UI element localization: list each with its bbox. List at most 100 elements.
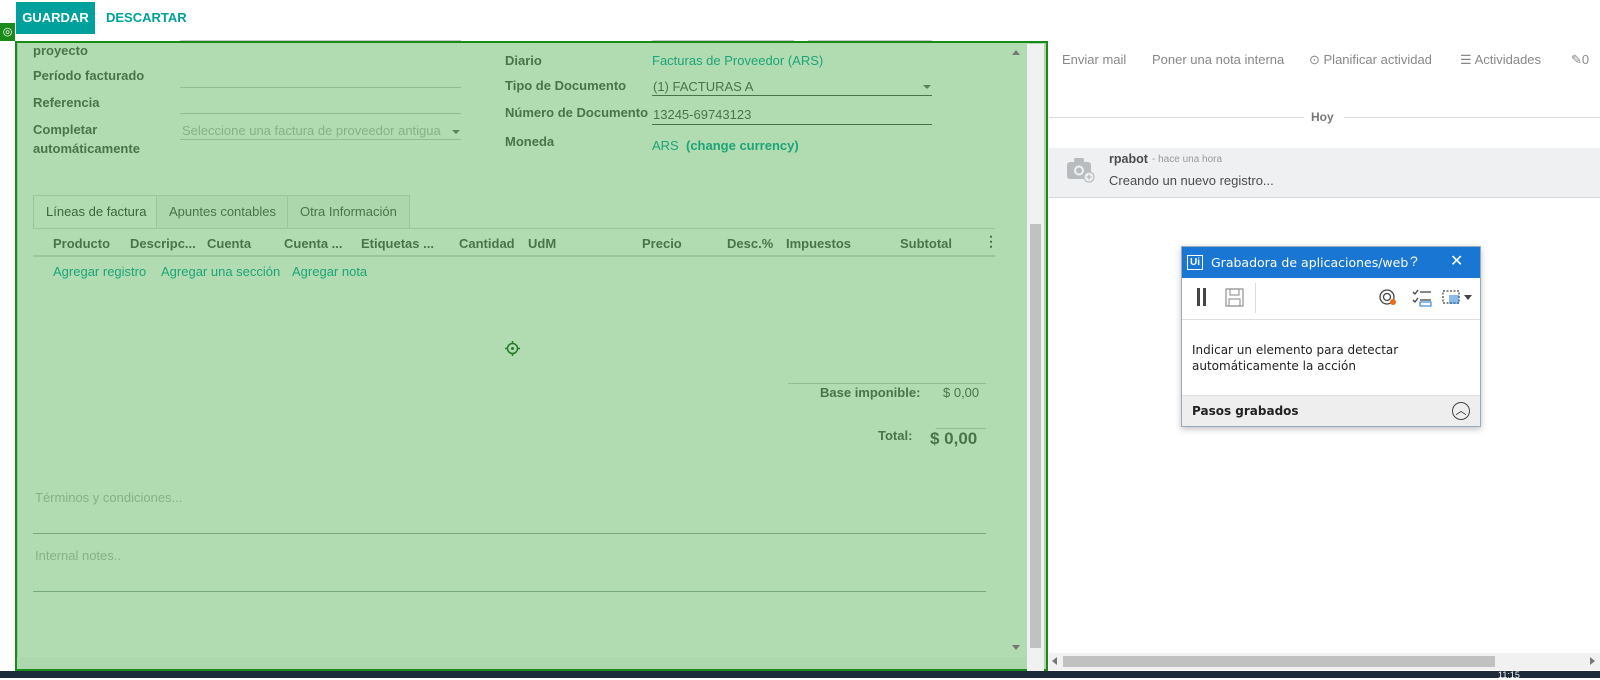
message-body: Creando un nuevo registro... — [1109, 173, 1274, 188]
col-cuenta[interactable]: Cuenta — [207, 236, 251, 251]
terms-divider — [33, 533, 986, 534]
scroll-left-icon[interactable] — [1052, 657, 1057, 665]
schedule-activity-label: Planificar actividad — [1323, 52, 1432, 67]
list-icon: ☰ — [1460, 52, 1475, 67]
target-selector-icon[interactable] — [1378, 288, 1398, 307]
recorder-crosshair-icon — [505, 341, 520, 356]
col-etiquetas[interactable]: Etiquetas ... — [361, 236, 434, 251]
completar-dropdown-icon[interactable] — [452, 130, 460, 134]
col-cuenta-analitica[interactable]: Cuenta ... — [284, 236, 343, 251]
periodo-facturado-label: Período facturado — [33, 68, 145, 83]
base-imponible-label: Base imponible: — [820, 385, 921, 400]
add-note-link[interactable]: Agregar nota — [292, 264, 367, 279]
completar-label-line2: automáticamente — [33, 141, 140, 156]
scroll-up-icon[interactable] — [1012, 50, 1020, 55]
date-separator: Hoy — [1311, 110, 1334, 124]
send-mail-button[interactable]: Enviar mail — [1062, 52, 1126, 67]
selection-dropdown-icon[interactable] — [1442, 288, 1474, 307]
camera-avatar-icon — [1067, 158, 1095, 183]
save-button[interactable]: GUARDAR — [16, 2, 95, 34]
referencia-label: Referencia — [33, 95, 100, 110]
completar-label: Completar — [33, 122, 98, 137]
recorded-steps-bar[interactable]: Pasos grabados ︿ — [1182, 395, 1480, 426]
moneda-label: Moneda — [505, 134, 555, 149]
message-time: - hace una hora — [1152, 154, 1223, 165]
tab-apuntes-contables[interactable]: Apuntes contables — [156, 195, 289, 229]
tipo-documento-value: (1) FACTURAS A — [653, 79, 754, 94]
attachments-count: 0 — [1581, 52, 1590, 67]
recorder-title-bar[interactable]: Ui Grabadora de aplicaciones/web ? ✕ — [1182, 247, 1480, 278]
pause-icon-bar — [1203, 288, 1206, 306]
help-icon[interactable]: ? — [1410, 253, 1418, 269]
tab-divider — [33, 228, 995, 229]
col-descripcion[interactable]: Descripc... — [130, 236, 196, 251]
date-separator-line — [1049, 117, 1304, 118]
chatter-scroll-thumb[interactable] — [1063, 656, 1495, 667]
terms-conditions-field[interactable]: Términos y condiciones... — [35, 490, 182, 505]
uipath-logo-icon: Ui — [1187, 255, 1203, 270]
recorder-title: Grabadora de aplicaciones/web — [1211, 255, 1409, 270]
add-section-link[interactable]: Agregar una sección — [161, 264, 280, 279]
pause-icon[interactable] — [1197, 288, 1200, 306]
col-producto[interactable]: Producto — [53, 236, 110, 251]
col-udm[interactable]: UdM — [528, 236, 556, 251]
activities-button[interactable]: ☰ Actividades — [1460, 52, 1541, 68]
diario-label: Diario — [505, 53, 542, 68]
col-cantidad[interactable]: Cantidad — [459, 236, 515, 251]
toolbar-separator — [1255, 283, 1256, 313]
attachments-button[interactable]: ✎0 — [1571, 52, 1589, 68]
top-field-line-b — [808, 40, 932, 41]
form-toolbar: GUARDAR DESCARTAR — [0, 0, 1600, 42]
periodo-facturado-field[interactable] — [180, 70, 461, 88]
diario-value[interactable]: Facturas de Proveedor (ARS) — [652, 53, 823, 68]
tab-otra-informacion[interactable]: Otra Información — [287, 195, 410, 229]
totals-divider — [788, 383, 986, 384]
recorder-dialog: Ui Grabadora de aplicaciones/web ? ✕ Ind… — [1181, 246, 1481, 427]
total-label: Total: — [878, 428, 913, 443]
target-icon: ◎ — [0, 23, 15, 41]
tipo-documento-dropdown-icon[interactable] — [923, 85, 931, 89]
discard-button[interactable]: DESCARTAR — [106, 2, 187, 34]
taskbar-clock: 11:15 — [1498, 670, 1520, 680]
tab-lineas-factura[interactable]: Líneas de factura — [33, 195, 160, 229]
form-scroll-thumb[interactable] — [1030, 224, 1041, 648]
scroll-down-icon[interactable] — [1012, 645, 1020, 650]
internal-notes-field[interactable]: Internal notes.. — [35, 548, 121, 563]
top-field-line-a — [652, 40, 794, 41]
activities-label: Actividades — [1474, 52, 1542, 67]
col-descuento[interactable]: Desc.% — [727, 236, 773, 251]
base-imponible-value: $ 0,00 — [943, 385, 980, 400]
os-taskbar — [0, 671, 1600, 678]
date-separator-line-right — [1344, 117, 1600, 118]
numero-documento-label: Número de Documento — [505, 105, 649, 120]
proyecto-field-line[interactable] — [180, 40, 461, 41]
checklist-icon[interactable] — [1412, 288, 1432, 307]
tipo-documento-label: Tipo de Documento — [505, 78, 627, 93]
col-subtotal[interactable]: Subtotal — [900, 236, 952, 251]
moneda-value[interactable]: ARS — [652, 138, 679, 153]
close-icon[interactable]: ✕ — [1450, 251, 1463, 271]
paperclip-icon: ✎ — [1571, 52, 1582, 67]
completar-placeholder: Seleccione una factura de proveedor anti… — [182, 123, 441, 138]
log-note-button[interactable]: Poner una nota interna — [1152, 52, 1284, 67]
message-author[interactable]: rpabot — [1109, 152, 1148, 166]
internal-notes-divider — [33, 591, 986, 592]
recorder-toolbar — [1182, 278, 1480, 320]
change-currency-link[interactable]: (change currency) — [686, 138, 799, 153]
scroll-right-icon[interactable] — [1590, 657, 1595, 665]
chatter-message: rpabot - hace una hora Creando un nuevo … — [1049, 148, 1600, 198]
recorder-instruction: Indicar un elemento para detectar automá… — [1192, 343, 1399, 373]
column-options-icon[interactable]: ⋮ — [984, 233, 998, 250]
clock-icon: ⊙ — [1309, 52, 1324, 67]
col-impuestos[interactable]: Impuestos — [786, 236, 851, 251]
proyecto-label: proyecto — [33, 43, 88, 58]
table-header-divider — [33, 255, 995, 257]
chevron-up-icon[interactable]: ︿ — [1452, 402, 1470, 420]
add-record-link[interactable]: Agregar registro — [53, 264, 146, 279]
save-icon[interactable] — [1225, 288, 1245, 307]
referencia-field[interactable] — [180, 96, 461, 114]
total-value: $ 0,00 — [930, 429, 978, 448]
recorded-steps-label: Pasos grabados — [1192, 404, 1299, 418]
schedule-activity-button[interactable]: ⊙ Planificar actividad — [1309, 52, 1432, 68]
col-precio[interactable]: Precio — [642, 236, 682, 251]
